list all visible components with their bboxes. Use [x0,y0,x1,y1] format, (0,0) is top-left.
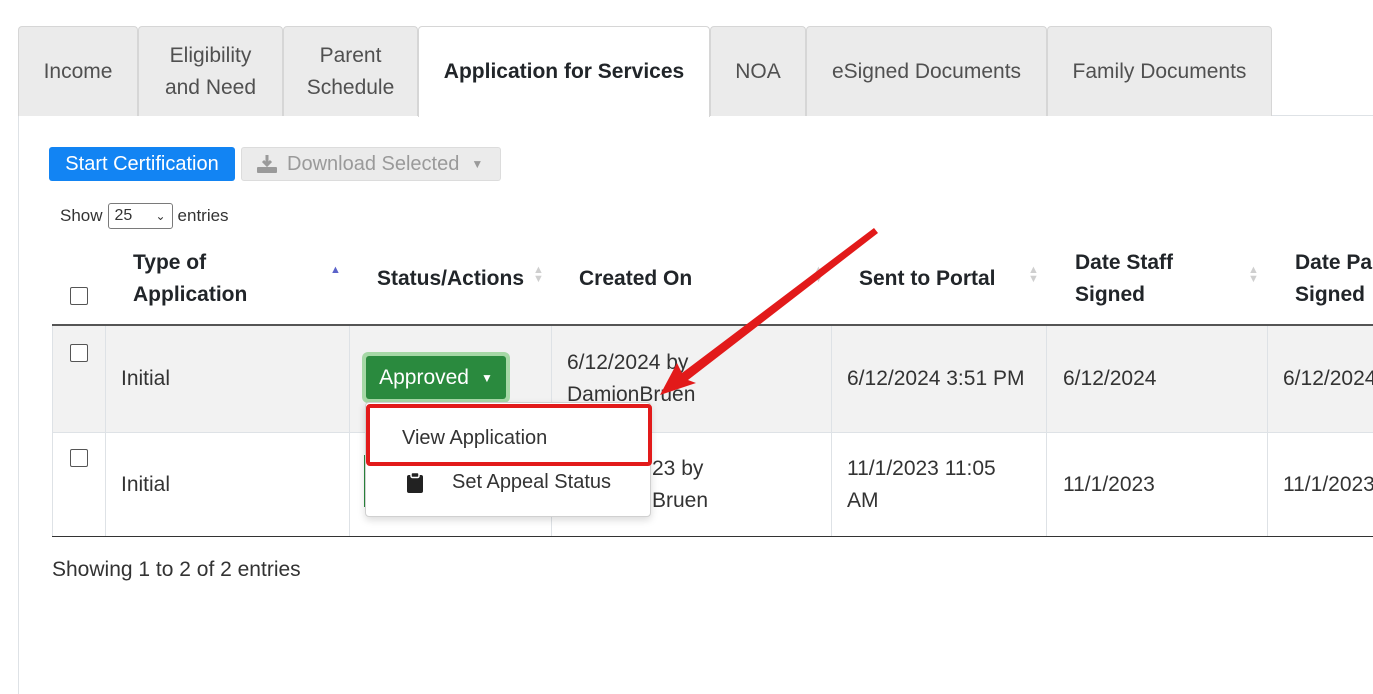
tab-income[interactable]: Income [18,26,138,116]
chevron-down-icon: ▼ [481,370,493,385]
start-certification-button[interactable]: Start Certification [49,147,235,181]
cell-sent: 6/12/2024 3:51 PM [847,367,1025,390]
column-label: Type of Application [133,251,248,306]
length-suffix: entries [177,206,229,225]
table-row [52,432,1373,536]
cell-parent-signed: 11/1/2023 [1283,473,1373,496]
start-certification-label: Start Certification [65,152,219,175]
column-label: Created On [579,267,693,290]
cell-created-visible-bottom: Bruen [652,489,709,512]
column-header-staff-signed[interactable]: Date Staff Signed [1075,247,1205,311]
column-divider [1046,326,1047,536]
sort-icon: ▲ ▼ [813,264,824,285]
column-header-created[interactable]: Created On [579,263,692,295]
set-appeal-status-menu-item[interactable]: Set Appeal Status [406,471,611,494]
column-divider [1267,326,1268,536]
cell-staff-signed: 6/12/2024 [1063,367,1157,390]
cell-type: Initial [121,367,171,390]
table-info: Showing 1 to 2 of 2 entries [52,558,301,581]
column-divider [105,326,106,536]
tab-parent-schedule[interactable]: Parent Schedule [283,26,418,116]
cell-sent: 11/1/2023 11:05 AM [847,457,996,512]
tab-label: eSigned Documents [831,59,1022,83]
tab-application-for-services[interactable]: Application for Services [418,26,710,117]
status-approved-inner: Approved ▼ [366,356,506,399]
table-bottom-border [52,536,1373,537]
status-approved-button[interactable]: Approved ▼ [362,352,510,403]
chevron-down-icon: ⌄ [155,209,166,223]
tab-label: Family Documents [1072,59,1247,83]
column-header-status[interactable]: Status/Actions [377,263,524,295]
tab-label: Parent Schedule [306,43,395,99]
select-all-checkbox[interactable] [70,287,88,305]
tab-eligibility[interactable]: Eligibility and Need [138,26,283,116]
column-label: Date Pa Signed [1295,251,1373,306]
download-icon [257,155,277,173]
annotation-highlight-box [366,404,652,466]
cell-parent-signed: 6/12/2024 [1283,367,1373,390]
sort-icon: ▲ ▼ [1028,264,1039,285]
length-prefix: Show [60,206,103,225]
download-selected-button[interactable]: Download Selected ▼ [241,147,501,181]
column-divider [349,326,350,536]
tab-family-documents[interactable]: Family Documents [1047,26,1272,116]
column-header-sent[interactable]: Sent to Portal [859,263,996,295]
column-divider [831,326,832,536]
column-label: Status/Actions [377,267,525,290]
cell-type: Initial [121,473,171,496]
status-label: Approved [379,365,469,389]
column-label: Sent to Portal [859,267,996,290]
length-control: Show 25 ⌄ entries [60,203,229,229]
menu-item-label: Set Appeal Status [452,471,612,493]
row-checkbox[interactable] [70,449,88,467]
tab-noa[interactable]: NOA [710,26,806,116]
column-header-type[interactable]: Type of Application [133,247,293,311]
clipboard-icon [407,471,423,493]
sort-icon: ▲ ▼ [533,264,544,285]
tab-label: Eligibility and Need [164,43,257,99]
tab-label: NOA [735,59,781,83]
column-header-parent-signed[interactable]: Date Pa Signed [1295,247,1373,311]
page-length-value: 25 [114,207,133,224]
tab-label: Application for Services [443,60,685,83]
table-border [52,326,53,536]
panel-left-border [18,115,19,694]
tab-esigned-documents[interactable]: eSigned Documents [806,26,1047,116]
chevron-down-icon: ▼ [471,157,484,171]
row-checkbox[interactable] [70,344,88,362]
column-label: Date Staff Signed [1075,251,1174,306]
download-selected-label: Download Selected [287,152,460,175]
tab-label: Income [43,59,113,83]
cell-created-visible-top: 23 by [652,457,704,480]
page-length-select[interactable]: 25 ⌄ [107,203,173,229]
sort-asc-icon: ▲ [330,264,341,276]
cell-staff-signed: 11/1/2023 [1063,473,1155,496]
sort-icon: ▲ ▼ [1248,264,1259,285]
